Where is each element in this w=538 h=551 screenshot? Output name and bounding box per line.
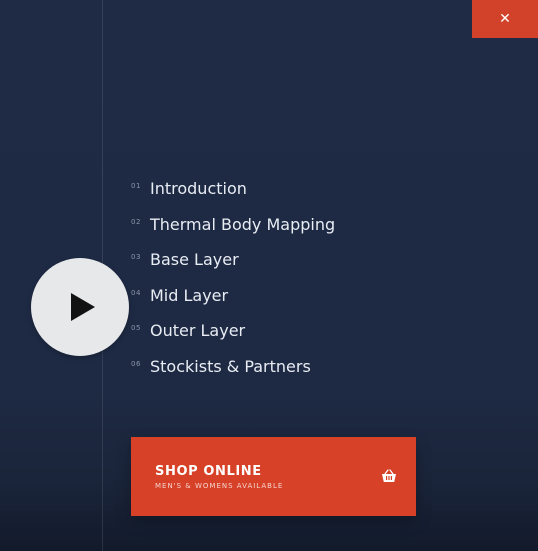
play-video-button[interactable]: [31, 258, 129, 356]
menu-item-label: Introduction: [150, 179, 247, 198]
shop-title: SHOP ONLINE: [155, 464, 262, 479]
play-icon: [71, 293, 95, 321]
menu-item-base-layer[interactable]: 03 Base Layer: [131, 247, 335, 283]
menu-item-number: 04: [131, 288, 141, 297]
menu-item-number: 05: [131, 324, 141, 333]
menu-item-number: 06: [131, 359, 141, 368]
menu-item-mid-layer[interactable]: 04 Mid Layer: [131, 283, 335, 319]
shop-online-button[interactable]: SHOP ONLINE MEN'S & WOMENS AVAILABLE: [131, 437, 416, 516]
menu-item-label: Thermal Body Mapping: [150, 214, 336, 234]
menu-item-number: 02: [131, 217, 141, 226]
menu-item-outer-layer[interactable]: 05 Outer Layer: [131, 318, 335, 354]
close-icon: ✕: [499, 11, 511, 27]
menu-item-label: Stockists & Partners: [150, 356, 311, 376]
menu-item-label: Base Layer: [150, 250, 239, 270]
menu-item-number: 01: [131, 182, 141, 190]
menu-item-stockists-partners[interactable]: 06 Stockists & Partners: [131, 354, 335, 390]
chapter-menu: 01 Introduction 02 Thermal Body Mapping …: [131, 176, 335, 390]
close-button[interactable]: ✕: [472, 0, 538, 38]
shop-subtitle: MEN'S & WOMENS AVAILABLE: [155, 482, 284, 490]
menu-item-introduction[interactable]: 01 Introduction: [131, 176, 335, 212]
menu-item-label: Outer Layer: [150, 321, 246, 341]
menu-item-thermal-body-mapping[interactable]: 02 Thermal Body Mapping: [131, 212, 335, 248]
menu-item-label: Mid Layer: [150, 285, 229, 305]
basket-icon: [382, 469, 396, 482]
menu-item-number: 03: [131, 253, 141, 262]
